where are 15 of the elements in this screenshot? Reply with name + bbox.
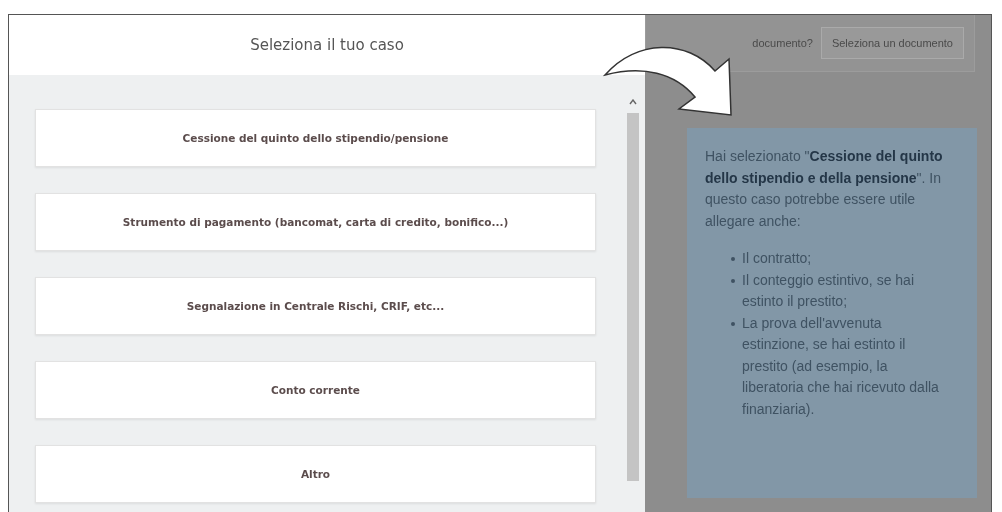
case-option[interactable]: Conto corrente — [35, 361, 596, 419]
bullet-icon — [731, 257, 735, 261]
modal-title: Seleziona il tuo caso — [250, 36, 404, 54]
list-item: La prova dell'avvenuta estinzione, se hai estinto il prestito (ad esempio, la liberatoria che hai ricevuto dalla finanziaria). — [742, 313, 940, 419]
scroll-up-icon[interactable] — [629, 99, 637, 105]
list-item: Il contratto; — [742, 249, 812, 268]
info-text: Hai selezionato "Cessione del quinto dello stipendio e della pensione". In questo caso potrebbe essere utile allegare anche: — [705, 147, 944, 231]
case-option[interactable]: Segnalazione in Centrale Rischi, CRIF, etc... — [35, 277, 596, 335]
case-option[interactable]: Cessione del quinto dello stipendio/pensione — [35, 109, 596, 167]
case-option[interactable]: Altro — [35, 445, 596, 503]
list-item: Il conteggio estintivo, se hai estinto il prestito; — [742, 270, 915, 311]
bullet-icon — [731, 321, 735, 326]
case-option[interactable]: Strumento di pagamento (bancomat, carta di credito, bonifico...) — [35, 193, 596, 251]
document-prompt: documento? — [752, 37, 813, 49]
bullet-icon — [731, 278, 735, 283]
